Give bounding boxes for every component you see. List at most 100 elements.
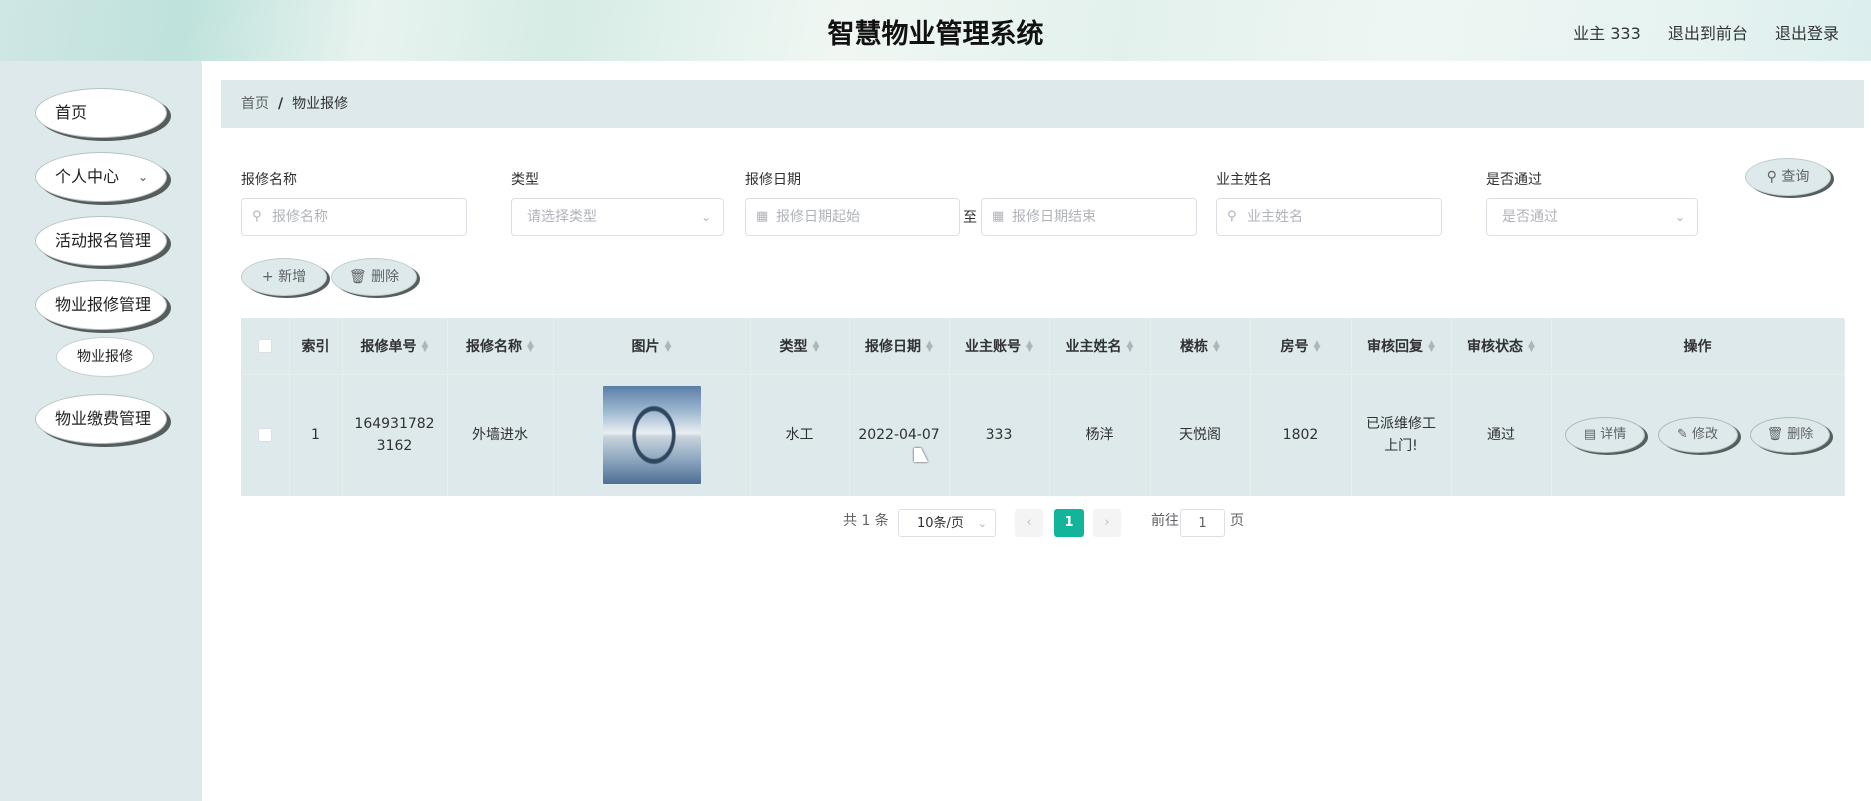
search-icon: ⚲ [1227,209,1237,224]
mouse-cursor-icon [914,448,928,462]
reply-text: 已派维修工上门! [1366,416,1436,455]
column-header: 索引 [289,318,343,375]
cell-account: 333 [949,374,1050,496]
detail-button-label: 详情 [1600,427,1627,443]
sort-icon[interactable]: ▲ ▼ [1528,339,1535,353]
chevron-down-icon: ⌄ [977,517,987,530]
trash-icon: 🗑 [348,269,367,285]
repair-name-input[interactable]: ⚲ 报修名称 [241,198,467,236]
calendar-icon: ▦ [756,209,769,224]
date-end-placeholder: 报修日期结束 [1012,209,1096,225]
sidebar-subitem-repair[interactable]: 物业报修 [56,337,154,377]
column-header-label: 操作 [1683,338,1712,355]
cell-owner: 杨洋 [1049,374,1151,496]
edit-button[interactable]: ✎ 修改 [1657,417,1738,454]
sidebar-item-personal-center[interactable]: 个人中心 ⌄ [35,152,167,202]
sidebar-item-activity-signup[interactable]: 活动报名管理 [35,216,167,266]
column-header[interactable]: 审核回复 ▲ ▼ [1351,318,1452,375]
chevron-down-icon: ⌄ [1674,210,1685,224]
repair-date-label: 报修日期 [745,172,801,188]
sidebar-item-home[interactable]: 首页 [35,88,167,138]
column-header-label: 报修单号 [360,338,417,355]
column-header[interactable]: 报修日期 ▲ ▼ [849,318,950,375]
logout-link[interactable]: 退出登录 [1775,24,1839,43]
column-header[interactable]: 审核状态 ▲ ▼ [1451,318,1552,375]
sort-icon[interactable]: ▲ ▼ [665,339,672,353]
type-select[interactable]: 请选择类型 ⌄ [511,198,724,236]
date-range-separator: 至 [963,210,977,226]
chevron-down-icon: ⌄ [700,210,711,224]
select-all-checkbox[interactable] [257,338,272,353]
sort-icon[interactable]: ▲ ▼ [813,339,820,353]
type-placeholder: 请选择类型 [527,209,597,225]
detail-button[interactable]: ▤ 详情 [1565,417,1646,454]
next-page-button[interactable]: › [1093,509,1121,537]
column-header[interactable]: 业主姓名 ▲ ▼ [1049,318,1151,375]
sidebar-item-repair-manage[interactable]: 物业报修管理 [35,280,167,330]
exit-front-link[interactable]: 退出到前台 [1668,24,1748,43]
cell-order-no: 1649317823162 [342,374,448,496]
date-end-input[interactable]: ▦ 报修日期结束 [981,198,1197,236]
sidebar-item-label: 活动报名管理 [55,231,152,250]
column-header[interactable]: 业主账号 ▲ ▼ [949,318,1050,375]
sidebar-item-fee-manage[interactable]: 物业缴费管理 [35,394,167,444]
query-button[interactable]: ⚲ 查询 [1745,158,1831,196]
repair-name-placeholder: 报修名称 [272,209,328,225]
sidebar-item-label: 物业缴费管理 [55,409,152,428]
column-header[interactable]: 图片 ▲ ▼ [553,318,751,375]
sort-icon[interactable]: ▲ ▼ [422,339,429,353]
sidebar-subitem-label: 物业报修 [77,349,133,365]
prev-page-button[interactable]: ‹ [1015,509,1043,537]
page-number-current[interactable]: 1 [1054,509,1084,537]
date-start-input[interactable]: ▦ 报修日期起始 [745,198,960,236]
sort-icon[interactable]: ▲ ▼ [1026,339,1033,353]
sort-icon[interactable]: ▲ ▼ [1428,339,1435,353]
goto-page-input[interactable]: 1 [1180,509,1225,537]
passed-placeholder: 是否通过 [1502,209,1558,225]
column-header[interactable]: 类型 ▲ ▼ [750,318,850,375]
owner-name-placeholder: 业主姓名 [1247,209,1303,225]
delete-button-label: 删除 [371,269,400,285]
cell-image [553,374,751,496]
row-checkbox[interactable] [257,428,272,443]
repair-photo[interactable] [602,386,701,485]
column-header-label: 图片 [631,338,660,355]
row-delete-button-label: 删除 [1787,427,1814,443]
column-header[interactable]: 楼栋 ▲ ▼ [1150,318,1251,375]
sort-icon[interactable]: ▲ ▼ [926,339,933,353]
header-nav: 业主 333 退出到前台 退出登录 [1551,20,1839,44]
add-button[interactable]: + 新增 [241,258,327,296]
sidebar-item-label: 物业报修管理 [55,295,152,314]
table-header-row: 索引 报修单号 ▲ ▼ 报修名称 ▲ ▼ 图片 ▲ ▼ 类型 ▲ ▼ 报修日期 ▲ ▼ 业主账号 ▲ ▼… [241,318,1845,375]
type-label: 类型 [511,172,539,188]
sort-icon[interactable]: ▲ ▼ [1127,339,1134,353]
row-select-cell [241,374,290,496]
query-button-label: 查询 [1781,169,1810,185]
calendar-icon: ▦ [992,209,1005,224]
page-size-select[interactable]: 10条/页 ⌄ [898,509,996,537]
sort-icon[interactable]: ▲ ▼ [1314,339,1321,353]
column-header-label: 报修日期 [865,338,922,355]
column-header[interactable]: 房号 ▲ ▼ [1250,318,1352,375]
passed-select[interactable]: 是否通过 ⌄ [1486,198,1698,236]
goto-label: 前往 [1151,513,1179,529]
sort-icon[interactable]: ▲ ▼ [527,339,534,353]
repair-table: 索引 报修单号 ▲ ▼ 报修名称 ▲ ▼ 图片 ▲ ▼ 类型 ▲ ▼ 报修日期 ▲ ▼ 业主账号 ▲ ▼… [241,318,1845,496]
row-delete-button[interactable]: 🗑 删除 [1749,417,1830,454]
repair-name-label: 报修名称 [241,172,297,188]
breadcrumb-home[interactable]: 首页 [241,96,269,112]
column-header[interactable]: 报修单号 ▲ ▼ [342,318,448,375]
delete-button[interactable]: 🗑 删除 [331,258,417,296]
passed-label: 是否通过 [1486,172,1542,188]
column-header-label: 索引 [301,338,330,355]
owner-name-label: 业主姓名 [1216,172,1272,188]
cell-building: 天悦阁 [1150,374,1251,496]
owner-name-input[interactable]: ⚲ 业主姓名 [1216,198,1442,236]
column-header[interactable]: 报修名称 ▲ ▼ [447,318,554,375]
page-suffix: 页 [1230,513,1244,529]
chevron-down-icon: ⌄ [137,170,148,184]
sort-icon[interactable]: ▲ ▼ [1213,339,1220,353]
top-header: 智慧物业管理系统 业主 333 退出到前台 退出登录 [0,0,1871,61]
order-no-text: 1649317823162 [354,416,435,455]
search-icon: ⚲ [252,209,262,224]
